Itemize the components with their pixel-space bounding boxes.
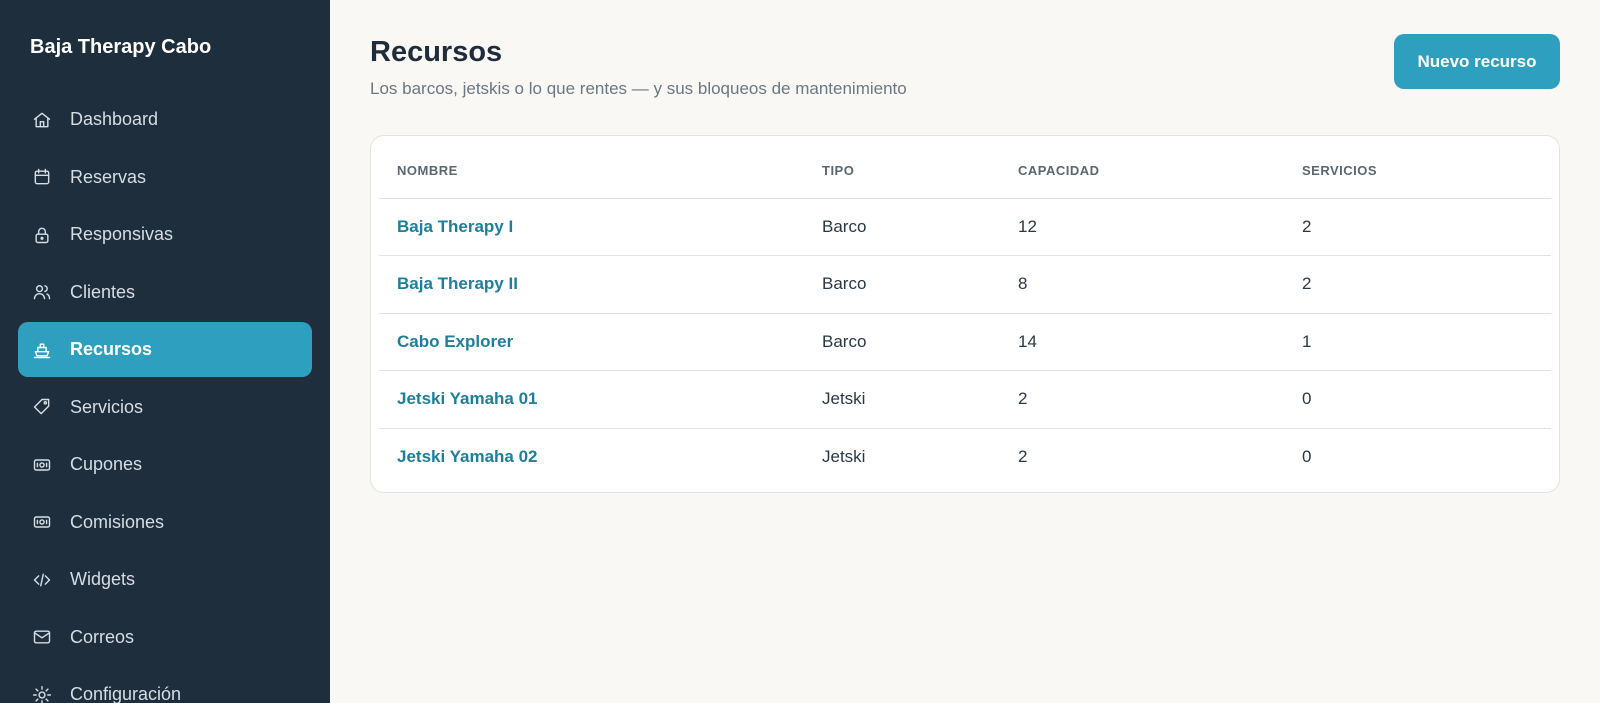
- sidebar-item-label: Comisiones: [70, 511, 165, 532]
- new-resource-button[interactable]: Nuevo recurso: [1394, 34, 1560, 89]
- sidebar-item-correos[interactable]: Correos: [18, 610, 312, 665]
- page-header: Recursos Los barcos, jetskis o lo que re…: [370, 34, 1560, 99]
- resource-services-count: 0: [1302, 447, 1312, 466]
- calendar-icon: [32, 167, 52, 187]
- resource-type: Jetski: [822, 447, 866, 466]
- resource-type: Barco: [804, 255, 1000, 314]
- page-title: Recursos: [370, 36, 503, 68]
- resource-services-count: 2: [1284, 198, 1551, 256]
- resource-name-link[interactable]: Cabo Explorer: [379, 313, 804, 371]
- tag-icon: [32, 397, 52, 417]
- sidebar-item-clientes[interactable]: Clientes: [18, 265, 312, 320]
- resource-name-link[interactable]: Jetski Yamaha 02: [379, 428, 804, 486]
- sidebar: Baja Therapy Cabo Dashboard Reservas Res…: [0, 0, 330, 703]
- resource-services-count: 2: [1284, 255, 1551, 314]
- resources-table: NOMBRE TIPO CAPACIDAD SERVICIOS Baja The…: [379, 144, 1551, 486]
- sidebar-item-servicios[interactable]: Servicios: [18, 380, 312, 435]
- sidebar-item-reservas[interactable]: Reservas: [18, 150, 312, 205]
- column-header-nombre[interactable]: NOMBRE: [379, 144, 804, 199]
- resource-services-count: 1: [1284, 313, 1551, 371]
- table-row[interactable]: Jetski Yamaha 01 Jetski 2 0: [379, 370, 1551, 429]
- resource-type: Barco: [804, 313, 1000, 371]
- sidebar-item-cupones[interactable]: Cupones: [18, 437, 312, 492]
- sidebar-item-label: Servicios: [70, 396, 144, 417]
- table-header-row: NOMBRE TIPO CAPACIDAD SERVICIOS: [379, 144, 1551, 199]
- brand-name: Baja Therapy Cabo: [30, 36, 212, 58]
- table-row[interactable]: Cabo Explorer Barco 14 1: [379, 313, 1551, 371]
- main-content: Recursos Los barcos, jetskis o lo que re…: [330, 0, 1600, 703]
- sidebar-item-dashboard[interactable]: Dashboard: [18, 92, 312, 147]
- sidebar-item-label: Cupones: [70, 454, 143, 474]
- column-header-tipo[interactable]: TIPO: [804, 144, 1000, 199]
- resource-name-link[interactable]: Baja Therapy I: [379, 198, 804, 256]
- page-subtitle: Los barcos, jetskis o lo que rentes — y …: [370, 79, 907, 98]
- users-icon: [32, 282, 52, 302]
- resource-capacity: 2: [1000, 370, 1284, 429]
- sidebar-item-label: Recursos: [70, 339, 153, 359]
- sidebar-item-label: Correos: [70, 626, 135, 647]
- sidebar-item-label: Clientes: [70, 281, 136, 302]
- sidebar-item-label: Responsivas: [70, 224, 174, 244]
- table-row[interactable]: Baja Therapy II Barco 8 2: [379, 255, 1551, 314]
- sidebar-item-widgets[interactable]: Widgets: [18, 552, 312, 607]
- sidebar-item-responsivas[interactable]: Responsivas: [18, 207, 312, 262]
- home-icon: [32, 110, 52, 130]
- sidebar-nav: Dashboard Reservas Responsivas Clientes …: [18, 92, 312, 703]
- mail-icon: [32, 627, 52, 647]
- resource-services-count: 0: [1284, 370, 1551, 429]
- sidebar-item-label: Configuración: [70, 684, 182, 703]
- table-row[interactable]: Baja Therapy I Barco 12 2: [379, 198, 1551, 256]
- sidebar-item-configuracion[interactable]: Configuración: [18, 667, 312, 703]
- resource-capacity: 14: [1000, 313, 1284, 371]
- resource-type: Barco: [804, 198, 1000, 256]
- banknote-icon: [32, 455, 52, 475]
- table-row[interactable]: Jetski Yamaha 02 Jetski 2 0: [379, 428, 1551, 486]
- resource-name-link[interactable]: Jetski Yamaha 01: [379, 370, 804, 429]
- resource-name-link[interactable]: Baja Therapy II: [379, 255, 804, 314]
- resource-capacity: 12: [1000, 198, 1284, 256]
- lock-icon: [32, 225, 52, 245]
- sidebar-item-label: Reservas: [70, 166, 147, 187]
- column-header-capacidad[interactable]: CAPACIDAD: [1000, 144, 1284, 199]
- sidebar-item-recursos[interactable]: Recursos: [18, 322, 312, 377]
- resource-capacity: 8: [1000, 255, 1284, 314]
- code-icon: [32, 570, 52, 590]
- resource-capacity: 2: [1018, 447, 1028, 466]
- sun-icon: [32, 685, 52, 703]
- resources-table-card: NOMBRE TIPO CAPACIDAD SERVICIOS Baja The…: [370, 135, 1560, 493]
- banknote-icon: [32, 512, 52, 532]
- boat-icon: [32, 340, 52, 360]
- sidebar-item-comisiones[interactable]: Comisiones: [18, 495, 312, 550]
- resource-type: Jetski: [804, 370, 1000, 429]
- page-heading: Recursos Los barcos, jetskis o lo que re…: [370, 34, 907, 99]
- sidebar-item-label: Dashboard: [70, 109, 159, 129]
- column-header-servicios[interactable]: SERVICIOS: [1284, 144, 1551, 199]
- sidebar-item-label: Widgets: [70, 569, 136, 589]
